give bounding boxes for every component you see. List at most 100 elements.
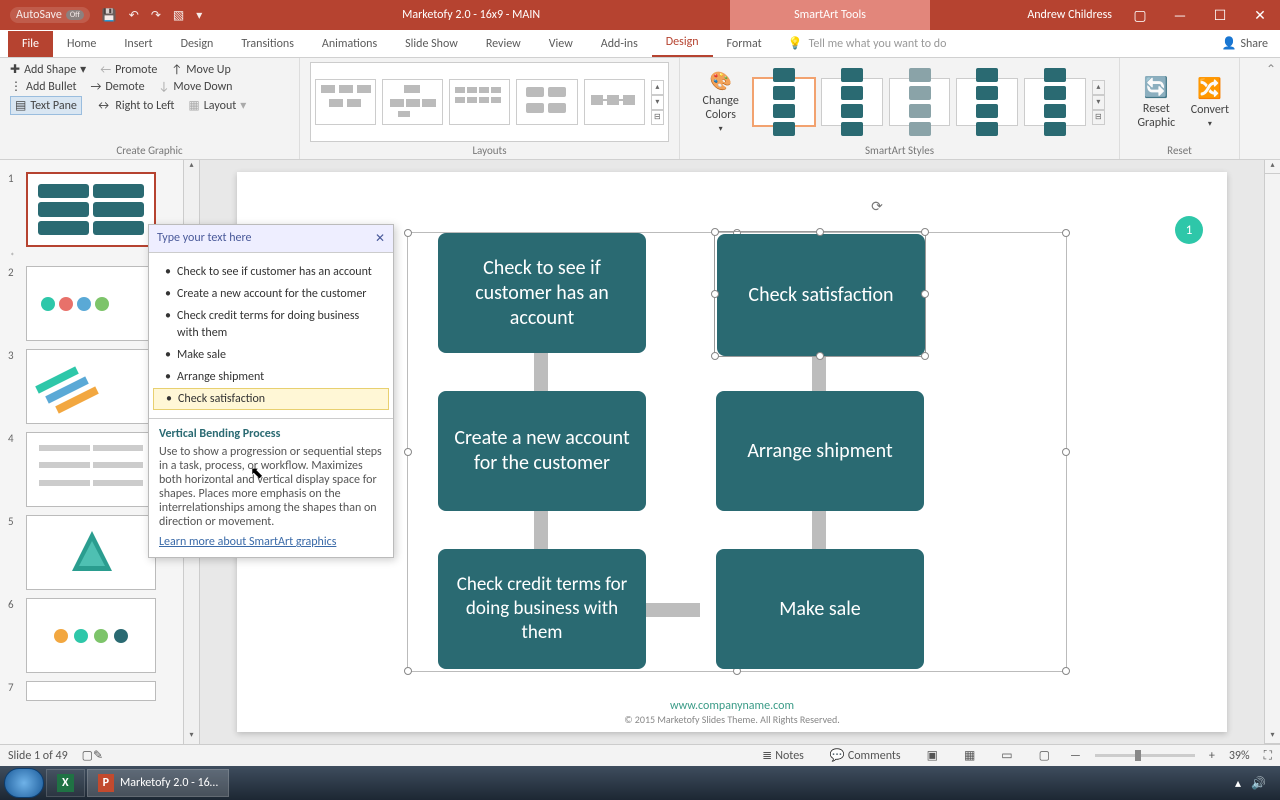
- smartart-box-4[interactable]: Arrange shipment: [716, 391, 924, 511]
- qat-more-icon[interactable]: ▾: [196, 8, 202, 23]
- spell-check-icon[interactable]: ▢✎: [82, 748, 103, 763]
- system-tray[interactable]: ▴ 🔊: [1235, 776, 1276, 791]
- layout-button[interactable]: ▦ Layout ▾: [188, 98, 246, 113]
- text-pane-list[interactable]: Check to see if customer has an account …: [149, 253, 393, 418]
- layout-option-3[interactable]: [449, 79, 510, 125]
- tell-me-search[interactable]: 💡Tell me what you want to do: [776, 30, 1210, 57]
- tab-animations[interactable]: Animations: [308, 31, 391, 57]
- start-from-beginning-icon[interactable]: ▧: [173, 8, 184, 23]
- style-option-1[interactable]: [753, 78, 815, 126]
- tab-file[interactable]: File: [8, 31, 53, 57]
- group-label-layouts: Layouts: [310, 142, 669, 157]
- autosave-toggle[interactable]: AutoSave Off: [10, 7, 90, 23]
- excel-icon: X: [57, 774, 74, 792]
- demote-button[interactable]: → Demote: [91, 80, 145, 94]
- smartart-box-6[interactable]: Make sale: [716, 549, 924, 669]
- tab-smartart-format[interactable]: Format: [713, 31, 776, 57]
- slide-number-badge: 1: [1175, 216, 1203, 244]
- reading-view-icon[interactable]: ▭: [995, 748, 1018, 763]
- slide-thumbnail-6[interactable]: 6: [0, 594, 183, 677]
- minimize-icon[interactable]: —: [1160, 7, 1200, 24]
- styles-more-icon[interactable]: ⊟: [1092, 110, 1105, 125]
- tab-addins[interactable]: Add-ins: [587, 31, 652, 57]
- add-shape-button[interactable]: ✚ Add Shape ▾: [10, 62, 86, 77]
- layouts-up-icon[interactable]: ▴: [651, 80, 664, 95]
- powerpoint-icon: P: [98, 774, 114, 792]
- reset-graphic-button[interactable]: 🔄Reset Graphic: [1130, 75, 1183, 130]
- tray-up-icon[interactable]: ▴: [1235, 776, 1241, 791]
- styles-down-icon[interactable]: ▾: [1092, 95, 1105, 110]
- tab-slide-show[interactable]: Slide Show: [391, 31, 472, 57]
- zoom-level[interactable]: 39%: [1229, 749, 1250, 763]
- tab-transitions[interactable]: Transitions: [227, 31, 308, 57]
- rotation-handle-icon[interactable]: ⟳: [871, 198, 883, 215]
- smartart-box-5[interactable]: Check credit terms for doing business wi…: [438, 549, 646, 669]
- convert-icon: 🔀: [1197, 76, 1222, 101]
- zoom-out-icon[interactable]: —: [1070, 749, 1081, 763]
- group-layouts: ▴▾⊟ Layouts: [300, 58, 680, 159]
- text-pane-item[interactable]: Arrange shipment: [153, 366, 389, 388]
- tab-view[interactable]: View: [535, 31, 587, 57]
- add-bullet-button[interactable]: ⋮ Add Bullet: [10, 79, 77, 94]
- style-option-2[interactable]: [821, 78, 883, 126]
- ribbon-options-icon[interactable]: ▢: [1120, 7, 1160, 24]
- text-pane-item-selected[interactable]: Check satisfaction: [153, 388, 389, 410]
- layout-option-4[interactable]: [516, 79, 577, 125]
- tab-insert[interactable]: Insert: [110, 31, 166, 57]
- tab-smartart-design[interactable]: Design: [652, 29, 713, 57]
- fit-window-icon[interactable]: ⛶: [1264, 749, 1272, 763]
- layout-option-2[interactable]: [382, 79, 443, 125]
- normal-view-icon[interactable]: ▣: [921, 748, 944, 763]
- layouts-more-icon[interactable]: ⊟: [651, 110, 664, 125]
- taskbar-excel[interactable]: X: [46, 769, 85, 797]
- tab-review[interactable]: Review: [472, 31, 535, 57]
- text-pane-item[interactable]: Create a new account for the customer: [153, 283, 389, 305]
- smartart-box-2-selected[interactable]: Check satisfaction: [714, 231, 926, 357]
- convert-button[interactable]: 🔀Convert▾: [1191, 76, 1229, 129]
- notes-button[interactable]: ≣ Notes: [756, 748, 810, 763]
- change-colors-button[interactable]: 🎨 Change Colors▾: [694, 70, 747, 134]
- slideshow-view-icon[interactable]: ▢: [1033, 748, 1056, 763]
- smartart-box-1[interactable]: Check to see if customer has an account: [438, 233, 646, 353]
- right-to-left-button[interactable]: ↔ Right to Left: [96, 99, 175, 113]
- undo-icon[interactable]: ↶: [129, 8, 139, 23]
- tab-home[interactable]: Home: [53, 31, 110, 57]
- workspace-scrollbar[interactable]: ▴▾: [1264, 160, 1280, 744]
- text-pane-button[interactable]: ▤ Text Pane: [10, 96, 82, 115]
- learn-more-link[interactable]: Learn more about SmartArt graphics: [159, 535, 383, 549]
- move-up-button[interactable]: ↑ Move Up: [171, 63, 230, 77]
- styles-up-icon[interactable]: ▴: [1092, 80, 1105, 95]
- style-option-4[interactable]: [956, 78, 1018, 126]
- zoom-slider[interactable]: [1095, 754, 1195, 757]
- zoom-in-icon[interactable]: +: [1209, 749, 1215, 763]
- text-pane-item[interactable]: Make sale: [153, 344, 389, 366]
- smartart-box-3[interactable]: Create a new account for the customer: [438, 391, 646, 511]
- layout-option-5[interactable]: [584, 79, 645, 125]
- start-button[interactable]: [4, 768, 44, 798]
- text-pane-close-icon[interactable]: ✕: [375, 231, 385, 246]
- layouts-down-icon[interactable]: ▾: [651, 95, 664, 110]
- windows-taskbar: X PMarketofy 2.0 - 16… ▴ 🔊: [0, 766, 1280, 800]
- comments-button[interactable]: 💬 Comments: [824, 748, 907, 763]
- text-pane-item[interactable]: Check to see if customer has an account: [153, 261, 389, 283]
- collapse-ribbon-icon[interactable]: ⌃: [1266, 62, 1276, 77]
- close-icon[interactable]: ✕: [1240, 7, 1280, 24]
- share-button[interactable]: 👤Share: [1209, 30, 1280, 57]
- sorter-view-icon[interactable]: ▦: [958, 748, 981, 763]
- style-option-5[interactable]: [1024, 78, 1086, 126]
- slide-thumbnail-7[interactable]: 7: [0, 677, 183, 705]
- redo-icon[interactable]: ↷: [151, 8, 161, 23]
- taskbar-powerpoint[interactable]: PMarketofy 2.0 - 16…: [87, 769, 229, 797]
- save-icon[interactable]: 💾: [102, 8, 117, 23]
- layout-option-1[interactable]: [315, 79, 376, 125]
- maximize-icon[interactable]: ☐: [1200, 7, 1240, 24]
- volume-icon[interactable]: 🔊: [1251, 776, 1266, 791]
- account-name[interactable]: Andrew Childress: [930, 8, 1120, 22]
- ribbon: ✚ Add Shape ▾ ← Promote ↑ Move Up ⋮ Add …: [0, 58, 1280, 160]
- move-down-button[interactable]: ↓ Move Down: [159, 80, 233, 94]
- smartart-container[interactable]: Check to see if customer has an account …: [407, 232, 1067, 672]
- tab-design[interactable]: Design: [167, 31, 228, 57]
- style-option-3[interactable]: [889, 78, 951, 126]
- text-pane-item[interactable]: Check credit terms for doing business wi…: [153, 305, 389, 343]
- promote-button[interactable]: ← Promote: [100, 63, 157, 77]
